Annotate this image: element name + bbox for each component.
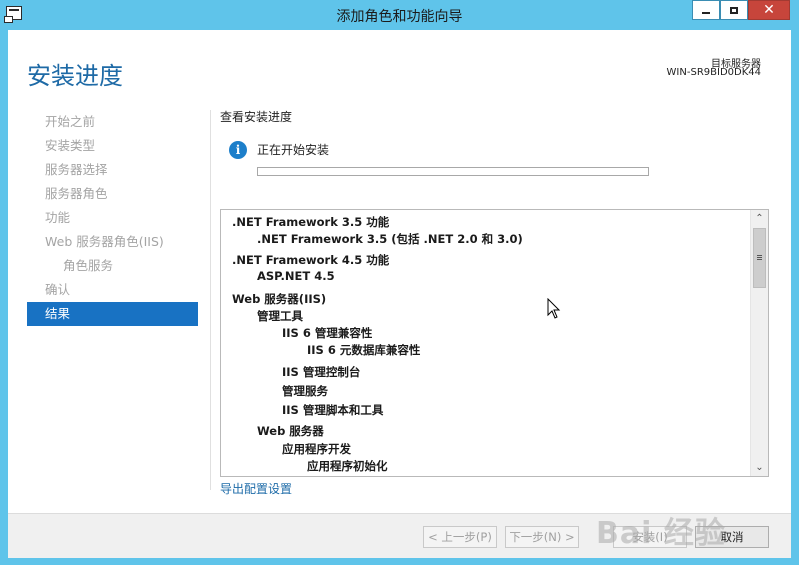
result-item: IIS 6 管理兼容性 xyxy=(282,326,373,340)
title-bar: 添加角色和功能向导 ✕ xyxy=(0,0,799,30)
nav-item-results[interactable]: 结果 xyxy=(27,302,198,326)
mouse-cursor-icon xyxy=(547,298,561,319)
result-item: 应用程序开发 xyxy=(282,442,351,456)
result-item: .NET Framework 4.5 功能 xyxy=(232,253,390,267)
scroll-thumb[interactable] xyxy=(753,228,766,288)
maximize-button[interactable] xyxy=(720,0,748,20)
results-tree: .NET Framework 3.5 功能 .NET Framework 3.5… xyxy=(221,210,749,476)
nav-item-before-you-begin[interactable]: 开始之前 xyxy=(27,110,198,134)
maximize-icon xyxy=(730,6,738,14)
nav-item-server-roles[interactable]: 服务器角色 xyxy=(27,182,198,206)
result-item: 管理服务 xyxy=(282,384,328,398)
previous-button[interactable]: < 上一步(P) xyxy=(423,526,497,548)
minimize-button[interactable] xyxy=(692,0,720,20)
nav-item-server-selection[interactable]: 服务器选择 xyxy=(27,158,198,182)
nav-item-web-server-role[interactable]: Web 服务器角色(IIS) xyxy=(27,230,198,254)
info-icon: i xyxy=(229,141,247,159)
result-item: .NET Framework 3.5 功能 xyxy=(232,215,390,229)
result-item: ASP.NET 4.5 xyxy=(257,269,335,283)
close-icon: ✕ xyxy=(763,2,775,18)
result-item: Web 服务器(IIS) xyxy=(232,292,327,306)
nav-item-confirmation[interactable]: 确认 xyxy=(27,278,198,302)
destination-server-name: WIN-SR9BID0DK44 xyxy=(666,67,761,78)
window-title: 添加角色和功能向导 xyxy=(336,9,463,25)
next-button[interactable]: 下一步(N) > xyxy=(505,526,579,548)
result-item: Web 服务器 xyxy=(257,424,324,438)
result-item: IIS 6 元数据库兼容性 xyxy=(307,343,421,357)
result-item: IIS 管理脚本和工具 xyxy=(282,403,384,417)
result-item: IIS 管理控制台 xyxy=(282,365,361,379)
wizard-steps-nav: 开始之前 安装类型 服务器选择 服务器角色 功能 Web 服务器角色(IIS) … xyxy=(27,110,198,326)
nav-item-installation-type[interactable]: 安装类型 xyxy=(27,134,198,158)
results-scrollbar[interactable]: ⌃ ⌄ xyxy=(750,210,768,476)
installation-status-text: 正在开始安装 xyxy=(257,143,330,157)
chevron-down-icon: ⌄ xyxy=(755,462,764,473)
wizard-body: 安装进度 目标服务器 WIN-SR9BID0DK44 开始之前 安装类型 服务器… xyxy=(8,30,791,558)
export-configuration-link[interactable]: 导出配置设置 xyxy=(220,480,292,497)
grip-icon xyxy=(757,255,762,256)
nav-item-role-services[interactable]: 角色服务 xyxy=(27,254,198,278)
chevron-up-icon: ⌃ xyxy=(755,213,764,224)
section-title: 查看安装进度 xyxy=(220,110,293,124)
page-title: 安装进度 xyxy=(27,62,123,90)
nav-divider xyxy=(210,110,211,490)
nav-item-features[interactable]: 功能 xyxy=(27,206,198,230)
installation-progress-bar xyxy=(257,167,649,176)
result-item: 管理工具 xyxy=(257,309,303,323)
close-button[interactable]: ✕ xyxy=(748,0,790,20)
watermark: Bai 经验 xyxy=(596,516,726,551)
results-list[interactable]: .NET Framework 3.5 功能 .NET Framework 3.5… xyxy=(220,209,769,477)
scroll-down-button[interactable]: ⌄ xyxy=(751,459,768,476)
result-item: .NET Framework 3.5 (包括 .NET 2.0 和 3.0) xyxy=(257,232,523,246)
scroll-up-button[interactable]: ⌃ xyxy=(751,210,768,227)
result-item: 应用程序初始化 xyxy=(307,459,388,473)
minimize-icon xyxy=(702,12,710,14)
